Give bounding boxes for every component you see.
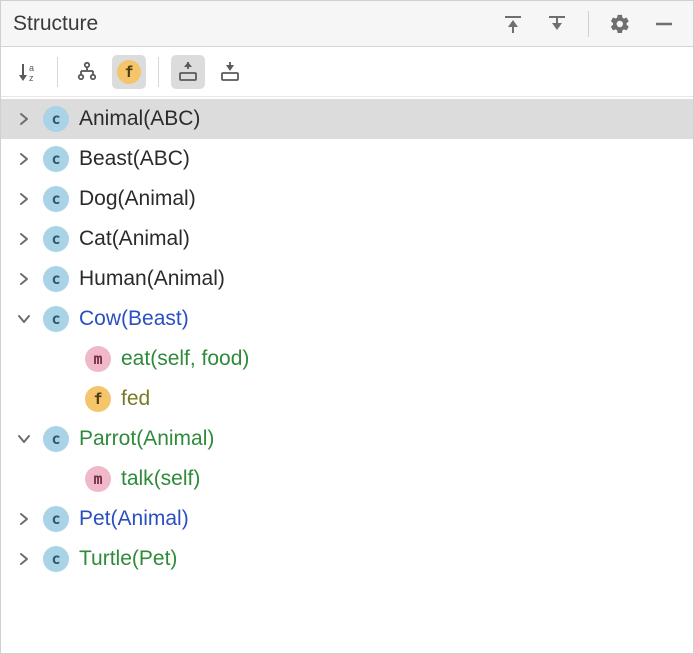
- structure-tree[interactable]: c Animal(ABC) c Beast(ABC) c Dog(Animal) c Cat(…: [1, 97, 693, 653]
- tree-item-label: Cat(Animal): [79, 227, 190, 251]
- tree-item-label: Animal(ABC): [79, 107, 200, 131]
- chevron-right-icon[interactable]: [13, 268, 35, 290]
- panel-title: Structure: [13, 12, 496, 36]
- show-inherited-button[interactable]: [70, 55, 104, 89]
- chevron-right-icon[interactable]: [13, 108, 35, 130]
- method-icon: m: [85, 466, 111, 492]
- class-icon: c: [43, 546, 69, 572]
- tree-item-label: Turtle(Pet): [79, 547, 177, 571]
- structure-panel: Structure: [0, 0, 694, 654]
- class-icon: c: [43, 266, 69, 292]
- tree-row-cow-fed[interactable]: ffed: [1, 379, 693, 419]
- class-icon: c: [43, 226, 69, 252]
- tree-item-label: fed: [121, 387, 150, 411]
- chevron-right-icon[interactable]: [13, 148, 35, 170]
- header-separator: [588, 11, 589, 37]
- field-filter-icon: f: [117, 60, 141, 84]
- toolbar: a z f: [1, 47, 693, 97]
- class-icon: c: [43, 146, 69, 172]
- settings-button[interactable]: [603, 7, 637, 41]
- class-icon: c: [43, 186, 69, 212]
- tree-item-label: Beast(ABC): [79, 147, 190, 171]
- tree-row-human[interactable]: c Human(Animal): [1, 259, 693, 299]
- tree-row-beast[interactable]: c Beast(ABC): [1, 139, 693, 179]
- panel-header: Structure: [1, 1, 693, 47]
- chevron-down-icon[interactable]: [13, 308, 35, 330]
- autoscroll-from-source-button[interactable]: [213, 55, 247, 89]
- chevron-right-icon[interactable]: [13, 188, 35, 210]
- tree-item-label: Cow(Beast): [79, 307, 189, 331]
- class-icon: c: [43, 426, 69, 452]
- tree-item-label: Pet(Animal): [79, 507, 189, 531]
- svg-text:a: a: [29, 63, 34, 73]
- svg-text:z: z: [29, 73, 34, 83]
- toolbar-separator-2: [158, 57, 159, 87]
- tree-item-label: Human(Animal): [79, 267, 225, 291]
- tree-row-cat[interactable]: c Cat(Animal): [1, 219, 693, 259]
- tree-row-dog[interactable]: c Dog(Animal): [1, 179, 693, 219]
- toolbar-separator: [57, 57, 58, 87]
- tree-row-parrot[interactable]: c Parrot(Animal): [1, 419, 693, 459]
- autoscroll-to-source-button[interactable]: [171, 55, 205, 89]
- tree-row-turtle[interactable]: c Turtle(Pet): [1, 539, 693, 579]
- tree-row-animal[interactable]: c Animal(ABC): [1, 99, 693, 139]
- tree-row-parrot-talk[interactable]: m talk(self): [1, 459, 693, 499]
- sort-alphabetically-button[interactable]: a z: [11, 55, 45, 89]
- chevron-right-icon[interactable]: [13, 548, 35, 570]
- class-icon: c: [43, 106, 69, 132]
- tree-item-label: eat(self, food): [121, 347, 249, 371]
- tree-item-label: Dog(Animal): [79, 187, 196, 211]
- tree-row-cow[interactable]: c Cow(Beast): [1, 299, 693, 339]
- chevron-down-icon[interactable]: [13, 428, 35, 450]
- tree-row-pet[interactable]: c Pet(Animal): [1, 499, 693, 539]
- expand-all-button[interactable]: [496, 7, 530, 41]
- header-icons: [496, 7, 681, 41]
- collapse-all-button[interactable]: [540, 7, 574, 41]
- field-icon: f: [85, 386, 111, 412]
- method-icon: m: [85, 346, 111, 372]
- tree-item-label: Parrot(Animal): [79, 427, 214, 451]
- chevron-right-icon[interactable]: [13, 508, 35, 530]
- tree-item-label: talk(self): [121, 467, 200, 491]
- class-icon: c: [43, 306, 69, 332]
- show-fields-button[interactable]: f: [112, 55, 146, 89]
- tree-row-cow-eat[interactable]: m eat(self, food): [1, 339, 693, 379]
- chevron-right-icon[interactable]: [13, 228, 35, 250]
- class-icon: c: [43, 506, 69, 532]
- hide-button[interactable]: [647, 7, 681, 41]
